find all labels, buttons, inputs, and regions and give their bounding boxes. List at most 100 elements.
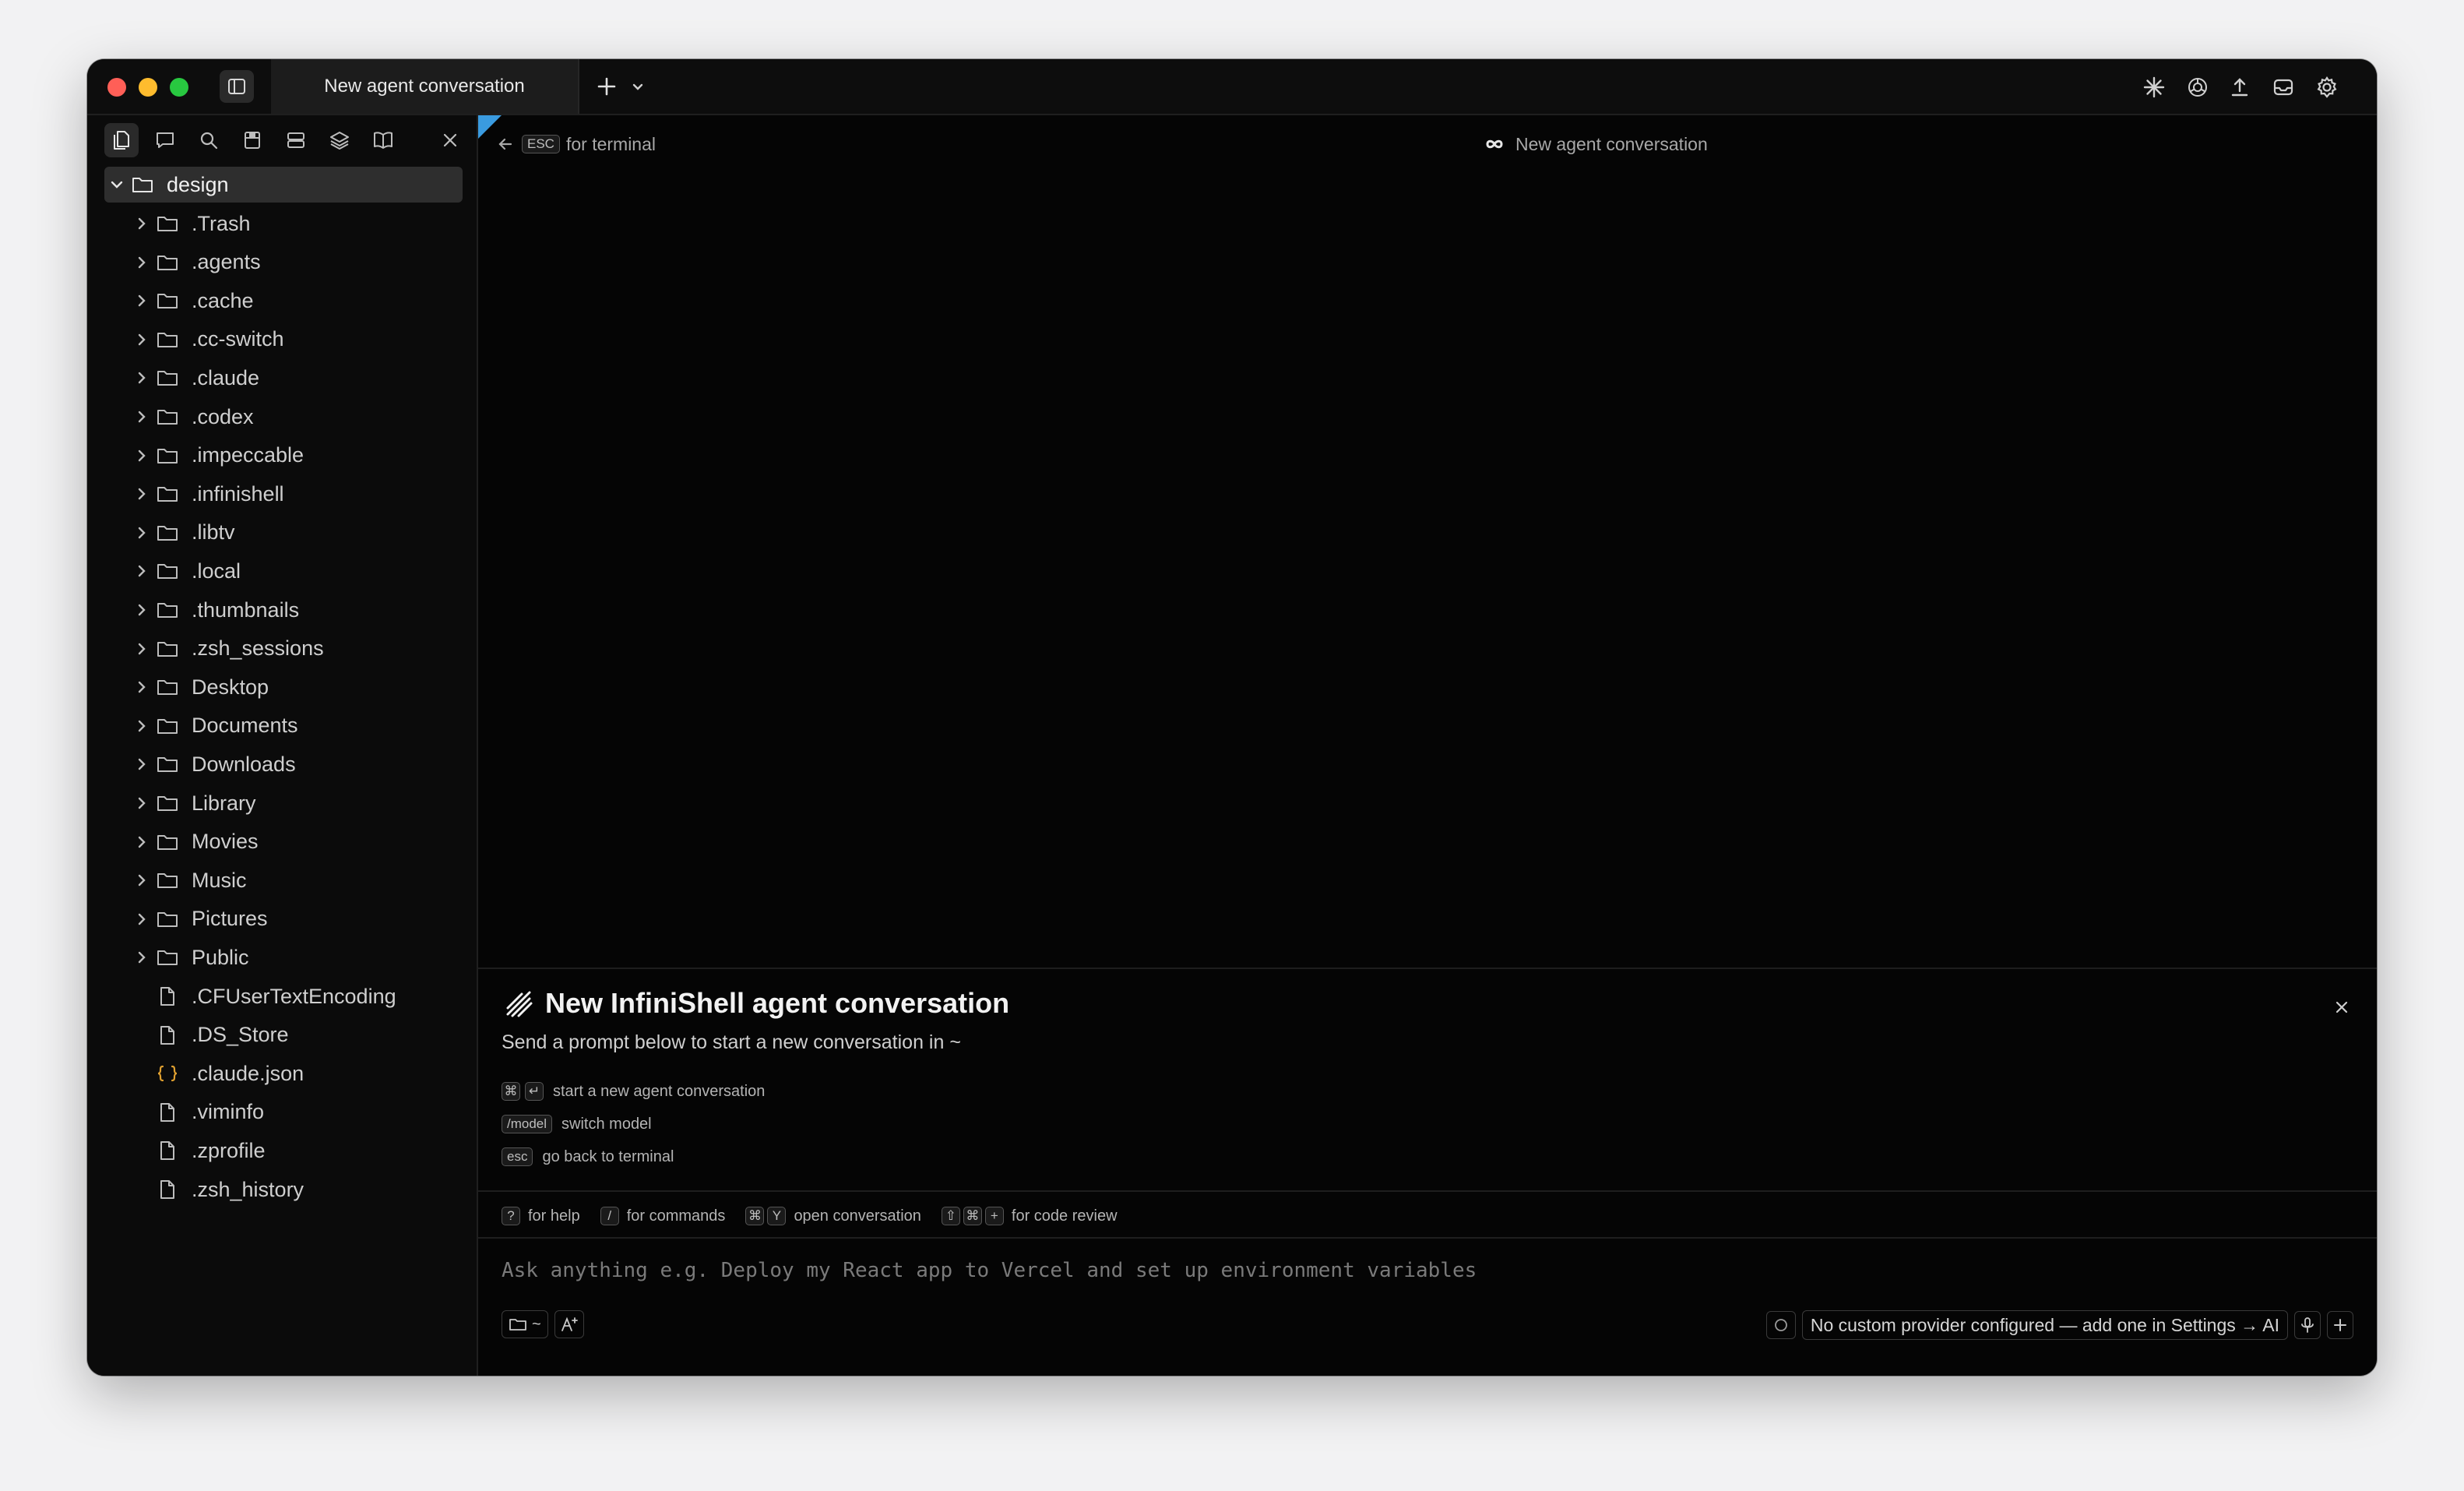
file-icon	[154, 983, 181, 1010]
tree-folder-item[interactable]: Public	[104, 939, 463, 975]
shortcut-commands: / for commands	[600, 1207, 725, 1225]
chevron-right-icon[interactable]	[129, 675, 154, 700]
chevron-right-icon[interactable]	[129, 714, 154, 738]
openai-button[interactable]	[2184, 73, 2212, 101]
settings-button[interactable]	[2313, 73, 2341, 101]
tree-folder-item[interactable]: .agents	[104, 245, 463, 280]
files-tab-button[interactable]	[104, 123, 139, 157]
chevron-right-icon[interactable]	[129, 250, 154, 275]
plus-icon	[2334, 1319, 2346, 1331]
tree-item-label: Desktop	[192, 675, 269, 699]
layers-tab-button[interactable]	[322, 123, 357, 157]
app-window: New agent conversation design .Trash .ag…	[87, 59, 2377, 1376]
tree-folder-item[interactable]: .libtv	[104, 515, 463, 551]
shortcut-bar: ? for help / for commands ⌘ Y open conve…	[502, 1204, 1138, 1228]
chevron-right-icon[interactable]	[129, 404, 154, 429]
chevron-right-icon[interactable]	[129, 365, 154, 390]
context-status-button[interactable]	[1765, 1311, 1796, 1339]
chevron-right-icon[interactable]	[129, 211, 154, 236]
tree-item-label: Library	[192, 791, 256, 815]
inbox-button[interactable]	[2269, 73, 2297, 101]
search-tab-button[interactable]	[192, 123, 226, 157]
chevron-right-icon[interactable]	[129, 791, 154, 816]
tree-folder-item[interactable]: Documents	[104, 708, 463, 744]
tree-folder-item[interactable]: Library	[104, 785, 463, 821]
tree-folder-item[interactable]: .cache	[104, 283, 463, 319]
tree-file-item[interactable]: .zsh_history	[104, 1172, 463, 1207]
back-to-terminal-button[interactable]: ESC for terminal	[497, 131, 656, 157]
tree-file-item[interactable]: .zprofile	[104, 1133, 463, 1168]
chevron-right-icon[interactable]	[129, 868, 154, 893]
hint-back-terminal: esc go back to terminal	[502, 1145, 674, 1168]
tree-file-item[interactable]: .viminfo	[104, 1094, 463, 1130]
voice-input-button[interactable]	[2294, 1311, 2321, 1339]
folder-icon	[154, 326, 181, 353]
chevron-down-icon[interactable]	[104, 172, 129, 197]
tree-folder-item[interactable]: Desktop	[104, 669, 463, 705]
chevron-right-icon[interactable]	[129, 288, 154, 313]
close-welcome-button[interactable]	[2330, 996, 2353, 1019]
new-tab-menu-button[interactable]	[626, 75, 649, 98]
book-icon	[374, 132, 392, 149]
chevron-right-icon[interactable]	[129, 945, 154, 970]
chevron-right-icon[interactable]	[129, 443, 154, 468]
tree-item-label: .codex	[192, 404, 254, 428]
tree-folder-item[interactable]: .local	[104, 553, 463, 589]
new-tab-button[interactable]	[592, 72, 621, 101]
tree-folder-item[interactable]: Movies	[104, 824, 463, 860]
tree-item-label: .libtv	[192, 520, 235, 545]
minimize-window-button[interactable]	[139, 78, 157, 97]
tree-folder-item[interactable]: Pictures	[104, 901, 463, 937]
zoom-window-button[interactable]	[170, 78, 188, 97]
tree-item-label: Pictures	[192, 907, 268, 931]
archive-tab-button[interactable]	[235, 123, 269, 157]
archive-icon	[245, 132, 260, 149]
chevron-right-icon[interactable]	[129, 327, 154, 352]
tab-new-agent-conversation[interactable]: New agent conversation	[271, 59, 579, 114]
prompt-input[interactable]	[500, 1251, 1671, 1290]
tree-item-label: .Trash	[192, 211, 251, 235]
upload-button[interactable]	[2226, 73, 2254, 101]
upload-icon	[2231, 78, 2248, 97]
tree-folder-item[interactable]: .claude	[104, 360, 463, 396]
chevron-right-icon[interactable]	[129, 481, 154, 506]
chevron-right-icon[interactable]	[129, 636, 154, 661]
tree-item-label: Downloads	[192, 752, 296, 776]
font-size-button[interactable]	[554, 1310, 584, 1338]
claude-button[interactable]	[2140, 73, 2168, 101]
sidebar-toggle-button[interactable]	[220, 70, 254, 103]
folder-icon	[154, 944, 181, 971]
chevron-right-icon[interactable]	[129, 559, 154, 583]
tree-folder-item[interactable]: .thumbnails	[104, 592, 463, 628]
back-label: for terminal	[565, 133, 656, 154]
chevron-right-icon[interactable]	[129, 597, 154, 622]
tree-folder-item[interactable]: Downloads	[104, 746, 463, 782]
tree-root-folder[interactable]: design	[104, 167, 463, 203]
provider-status-button[interactable]: No custom provider configured — add one …	[1801, 1310, 2288, 1340]
tree-file-item[interactable]: .DS_Store	[104, 1017, 463, 1053]
tree-folder-item[interactable]: .infinishell	[104, 476, 463, 512]
tree-folder-item[interactable]: .zsh_sessions	[104, 631, 463, 667]
tree-folder-item[interactable]: .codex	[104, 399, 463, 435]
chevron-right-icon[interactable]	[129, 520, 154, 545]
esc-key: ESC	[522, 135, 560, 153]
tree-folder-item[interactable]: .Trash	[104, 206, 463, 241]
chat-tab-button[interactable]	[148, 123, 182, 157]
tree-folder-item[interactable]: Music	[104, 862, 463, 898]
tree-file-item[interactable]: .CFUserTextEncoding	[104, 978, 463, 1014]
tree-folder-item[interactable]: .impeccable	[104, 438, 463, 474]
close-window-button[interactable]	[107, 78, 126, 97]
chevron-right-icon[interactable]	[129, 830, 154, 855]
plus-icon	[597, 77, 616, 96]
tree-file-item[interactable]: .claude.json	[104, 1056, 463, 1091]
docs-tab-button[interactable]	[366, 123, 400, 157]
chevron-right-icon[interactable]	[129, 907, 154, 932]
chevron-right-icon[interactable]	[129, 752, 154, 777]
servers-tab-button[interactable]	[279, 123, 313, 157]
add-context-button[interactable]	[2327, 1311, 2353, 1339]
tree-folder-item[interactable]: .cc-switch	[104, 322, 463, 358]
tree-item-label: Movies	[192, 830, 259, 854]
close-sidebar-button[interactable]	[433, 123, 467, 157]
working-directory-button[interactable]: ~	[502, 1310, 548, 1338]
